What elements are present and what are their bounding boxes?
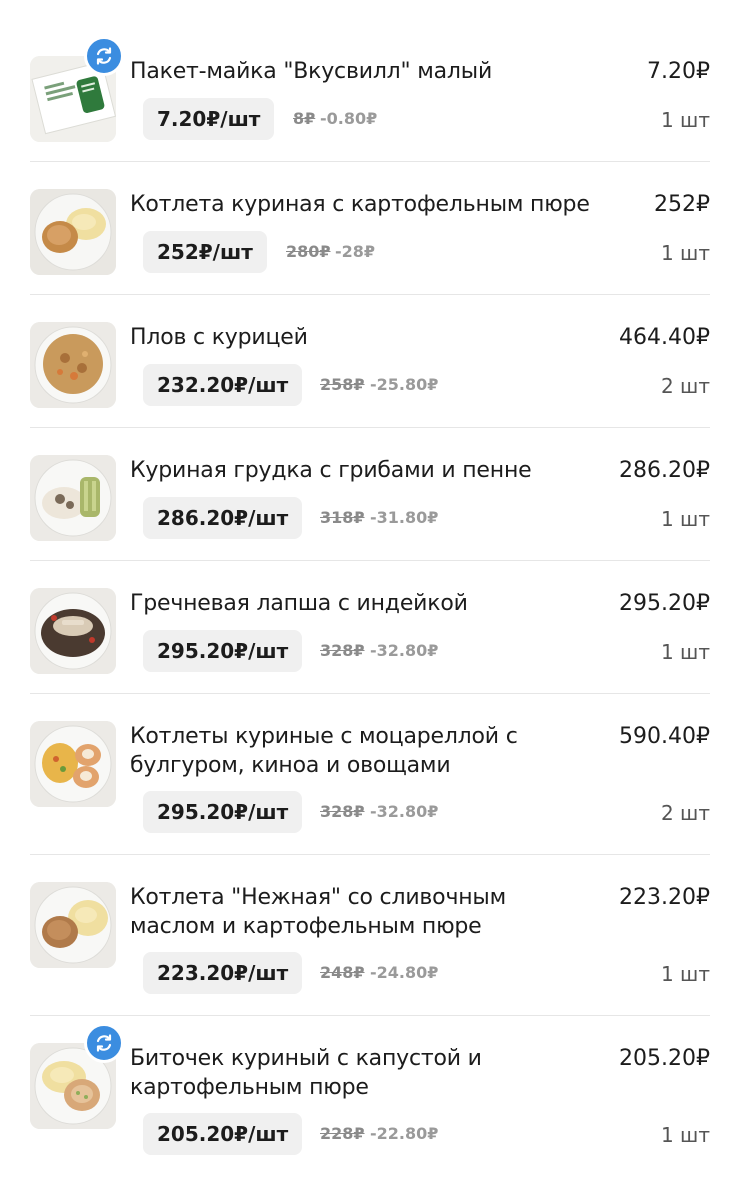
item-total: 286.20₽ (619, 458, 710, 483)
item-name[interactable]: Плов с курицей (130, 323, 530, 352)
divider (30, 427, 710, 428)
cart-item[interactable]: Котлета куриная с картофельным пюре 252₽… (30, 189, 710, 281)
divider (30, 161, 710, 162)
item-total: 464.40₽ (619, 325, 710, 350)
old-price: 328₽ (320, 641, 365, 660)
item-total: 205.20₽ (619, 1046, 710, 1071)
item-quantity: 2 шт (660, 801, 710, 825)
divider (30, 854, 710, 855)
discount: -28₽ (335, 242, 376, 261)
unit-price-badge: 232.20₽/шт (143, 364, 303, 406)
item-quantity: 1 шт (660, 507, 710, 531)
pilaf-image (30, 322, 116, 408)
discount: -31.80₽ (370, 508, 439, 527)
cart-item[interactable]: Котлеты куриные с моцареллой с булгуром,… (30, 721, 710, 841)
old-price: 328₽ (320, 802, 365, 821)
unit-price-badge: 7.20₽/шт (143, 98, 275, 140)
item-name[interactable]: Биточек куриный с капустой и картофельны… (130, 1044, 560, 1102)
old-price: 258₽ (320, 375, 365, 394)
item-quantity: 2 шт (660, 374, 710, 398)
chicken-penne-image (30, 455, 116, 541)
unit-price-badge: 286.20₽/шт (143, 497, 303, 539)
item-total: 295.20₽ (619, 591, 710, 616)
swap-arrows-icon[interactable] (84, 36, 124, 76)
item-quantity: 1 шт (660, 1123, 710, 1147)
cart-item[interactable]: Биточек куриный с капустой и картофельны… (30, 1023, 710, 1163)
divider (30, 1015, 710, 1016)
cart-item[interactable]: Гречневая лапша с индейкой 295.20₽ 295.2… (30, 588, 710, 680)
unit-price-badge: 295.20₽/шт (143, 791, 303, 833)
cart-item[interactable]: Куриная грудка с грибами и пенне 286.20₽… (30, 455, 710, 547)
divider (30, 560, 710, 561)
cart-item[interactable]: Плов с курицей 464.40₽ 232.20₽/шт 258₽ -… (30, 322, 710, 414)
discount: -25.80₽ (370, 375, 439, 394)
unit-price-badge: 252₽/шт (143, 231, 267, 273)
item-total: 223.20₽ (619, 885, 710, 910)
item-quantity: 1 шт (660, 241, 710, 265)
swap-arrows-icon[interactable] (84, 1023, 124, 1063)
unit-price-badge: 205.20₽/шт (143, 1113, 303, 1155)
cart-item[interactable]: Котлета "Нежная" со сливочным маслом и к… (30, 882, 710, 1002)
item-quantity: 1 шт (660, 962, 710, 986)
discount: -32.80₽ (370, 641, 439, 660)
old-price: 318₽ (320, 508, 365, 527)
item-name[interactable]: Котлеты куриные с моцареллой с булгуром,… (130, 722, 580, 780)
old-price: 280₽ (286, 242, 331, 261)
cutlets-bulgur-image (30, 721, 116, 807)
old-price: 8₽ (293, 109, 316, 128)
item-total: 590.40₽ (619, 724, 710, 749)
old-price: 248₽ (320, 963, 365, 982)
tender-cutlet-image (30, 882, 116, 968)
discount: -0.80₽ (320, 109, 378, 128)
item-quantity: 1 шт (660, 108, 710, 132)
item-name[interactable]: Котлета "Нежная" со сливочным маслом и к… (130, 883, 580, 941)
cart-item[interactable]: Пакет-майка "Вкусвилл" малый 7.20₽ 7.20₽… (30, 36, 710, 148)
discount: -32.80₽ (370, 802, 439, 821)
item-quantity: 1 шт (660, 640, 710, 664)
item-name[interactable]: Пакет-майка "Вкусвилл" малый (130, 57, 530, 86)
discount: -24.80₽ (370, 963, 439, 982)
divider (30, 693, 710, 694)
cutlet-mash-image (30, 189, 116, 275)
discount: -22.80₽ (370, 1124, 439, 1143)
divider (30, 294, 710, 295)
unit-price-badge: 295.20₽/шт (143, 630, 303, 672)
unit-price-badge: 223.20₽/шт (143, 952, 303, 994)
item-name[interactable]: Котлета куриная с картофельным пюре (130, 190, 630, 219)
item-total: 7.20₽ (647, 59, 710, 84)
buckwheat-noodles-image (30, 588, 116, 674)
old-price: 228₽ (320, 1124, 365, 1143)
item-name[interactable]: Гречневая лапша с индейкой (130, 589, 530, 618)
item-total: 252₽ (654, 192, 710, 217)
item-name[interactable]: Куриная грудка с грибами и пенне (130, 456, 570, 485)
